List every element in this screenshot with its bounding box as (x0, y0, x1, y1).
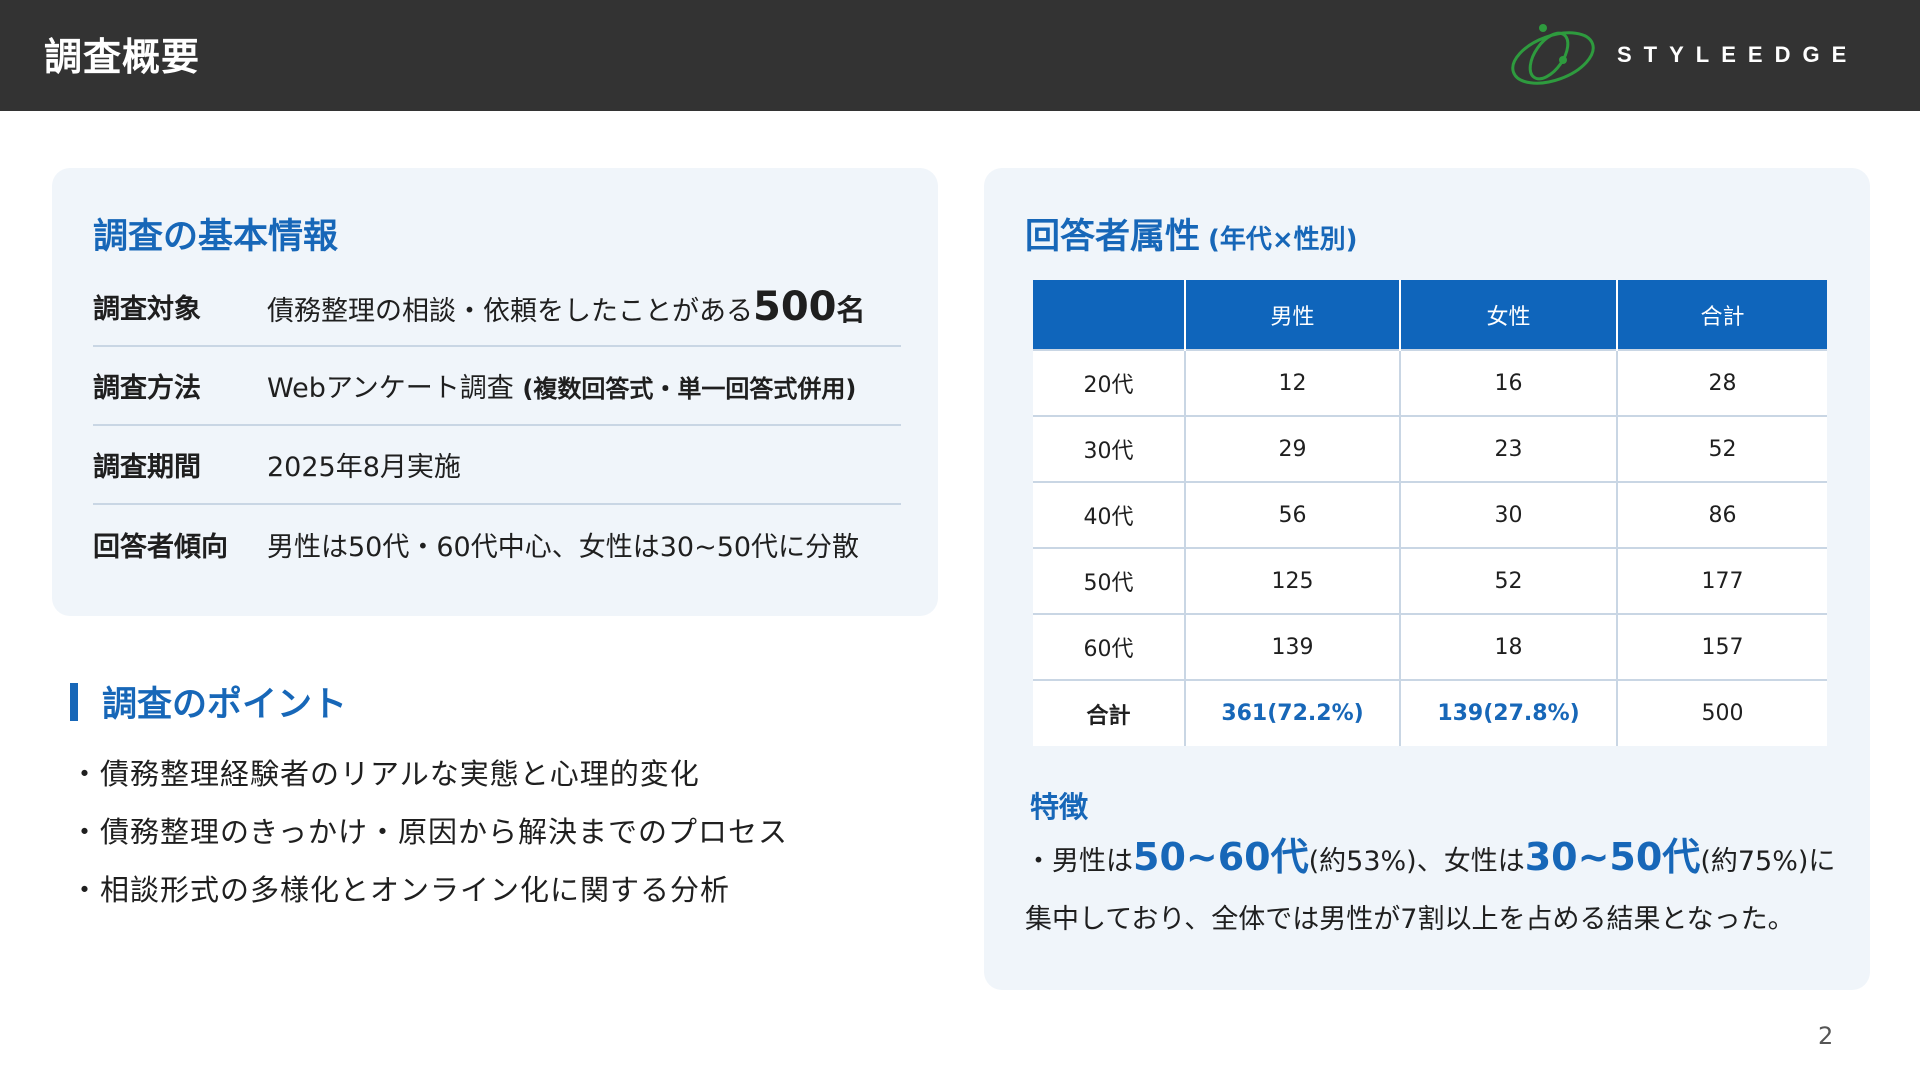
list-item: ・債務整理のきっかけ・原因から解決までのプロセス (70, 815, 788, 849)
table-cell: 177 (1616, 547, 1827, 614)
basic-info-list: 調査対象 債務整理の相談・依頼をしたことがある500名 調査方法 Webアンケー… (93, 268, 901, 584)
table-cell: 18 (1399, 613, 1617, 680)
attributes-title-text: 回答者属性 (1025, 217, 1201, 257)
table-cell: 50代 (1033, 547, 1185, 614)
info-row-tendency: 回答者傾向 男性は50代・60代中心、女性は30~50代に分散 (93, 505, 901, 584)
brand-logo: STYLEEDGE (1505, 20, 1920, 90)
info-label: 回答者傾向 (93, 532, 228, 563)
table-cell: 28 (1616, 349, 1827, 416)
attributes-subtitle: (年代×性別) (1208, 225, 1358, 255)
table-header-row: 男性 女性 合計 (1033, 280, 1827, 350)
table-cell: 30代 (1033, 415, 1185, 482)
info-label: 調査対象 (93, 294, 201, 325)
list-item: ・相談形式の多様化とオンライン化に関する分析 (70, 873, 731, 907)
points-heading: 調査のポイント (70, 676, 347, 727)
table-cell: 361(72.2%) (1184, 679, 1400, 746)
points-title: 調査のポイント (102, 685, 348, 725)
table-cell: 86 (1616, 481, 1827, 548)
table-cell: 125 (1184, 547, 1400, 614)
attributes-table: 男性 女性 合計 20代 12 16 28 30代 29 23 52 40代 5… (1033, 280, 1827, 746)
info-value: 2025年8月実施 (267, 452, 461, 483)
info-value: 債務整理の相談・依頼をしたことがある500名 (267, 284, 866, 330)
table-cell: 合計 (1033, 679, 1185, 746)
table-cell: 52 (1399, 547, 1617, 614)
table-header-cell: 女性 (1399, 280, 1617, 350)
attributes-title: 回答者属性 (年代×性別) (1025, 208, 1358, 259)
respondent-count: 500 (753, 283, 837, 330)
feature-text-part: (約53%)、女性は (1308, 846, 1525, 877)
feature-highlight: 30~50代 (1524, 835, 1701, 879)
table-cell: 12 (1184, 349, 1400, 416)
info-row-target: 調査対象 債務整理の相談・依頼をしたことがある500名 (93, 268, 901, 347)
info-label: 調査方法 (93, 373, 201, 404)
table-cell: 29 (1184, 415, 1400, 482)
feature-text-part: ・男性は (1025, 846, 1133, 877)
table-cell: 500 (1616, 679, 1827, 746)
table-cell: 16 (1399, 349, 1617, 416)
feature-text-part: (約75%)に (1700, 846, 1836, 877)
logo-text: STYLEEDGE (1617, 42, 1859, 67)
logo-icon (1511, 24, 1595, 85)
basic-info-card: 調査の基本情報 調査対象 債務整理の相談・依頼をしたことがある500名 調査方法… (52, 168, 938, 616)
table-row: 50代 125 52 177 (1033, 547, 1827, 614)
feature-line-1: ・男性は50~60代(約53%)、女性は30~50代(約75%)に (1025, 828, 1865, 891)
table-cell: 52 (1616, 415, 1827, 482)
feature-highlight: 50~60代 (1133, 835, 1309, 879)
info-label: 調査期間 (93, 452, 201, 483)
table-cell: 157 (1616, 613, 1827, 680)
info-row-period: 調査期間 2025年8月実施 (93, 426, 901, 505)
table-cell: 60代 (1033, 613, 1185, 680)
respondent-unit: 名 (836, 292, 866, 327)
table-cell: 139 (1184, 613, 1400, 680)
feature-line-2: 集中しており、全体では男性が7割以上を占める結果となった。 (1025, 904, 1795, 935)
attributes-card: 回答者属性 (年代×性別) 男性 女性 合計 20代 12 16 28 30代 2… (984, 168, 1870, 990)
page-number: 2 (1818, 1022, 1834, 1050)
header-bar: 調査概要 STYLEEDGE (0, 0, 1920, 111)
heading-accent-bar (70, 682, 78, 721)
info-value-text: 債務整理の相談・依頼をしたことがある (267, 295, 753, 327)
method-note: (複数回答式・単一回答式併用) (522, 375, 857, 403)
table-header-cell (1033, 280, 1185, 350)
page-title: 調査概要 (44, 35, 201, 79)
info-row-method: 調査方法 Webアンケート調査 (複数回答式・単一回答式併用) (93, 347, 901, 426)
info-value-text: Webアンケート調査 (267, 373, 514, 404)
table-cell: 23 (1399, 415, 1617, 482)
table-cell: 56 (1184, 481, 1400, 548)
table-row: 20代 12 16 28 (1033, 349, 1827, 416)
table-cell: 40代 (1033, 481, 1185, 548)
points-list: ・債務整理経験者のリアルな実態と心理的変化 ・債務整理のきっかけ・原因から解決ま… (70, 752, 788, 926)
info-value: 男性は50代・60代中心、女性は30~50代に分散 (267, 532, 860, 563)
table-row: 30代 29 23 52 (1033, 415, 1827, 482)
table-header-cell: 男性 (1184, 280, 1400, 350)
table-cell: 20代 (1033, 349, 1185, 416)
feature-title: 特徴 (1030, 790, 1089, 824)
basic-info-title: 調査の基本情報 (93, 217, 339, 257)
table-cell: 139(27.8%) (1399, 679, 1617, 746)
list-item: ・債務整理経験者のリアルな実態と心理的変化 (70, 757, 700, 791)
table-row: 60代 139 18 157 (1033, 613, 1827, 680)
table-cell: 30 (1399, 481, 1617, 548)
feature-text: ・男性は50~60代(約53%)、女性は30~50代(約75%)に 集中しており… (1025, 828, 1865, 949)
table-total-row: 合計 361(72.2%) 139(27.8%) 500 (1033, 679, 1827, 746)
table-header-cell: 合計 (1616, 280, 1827, 350)
table-row: 40代 56 30 86 (1033, 481, 1827, 548)
info-value: Webアンケート調査 (複数回答式・単一回答式併用) (267, 366, 856, 405)
